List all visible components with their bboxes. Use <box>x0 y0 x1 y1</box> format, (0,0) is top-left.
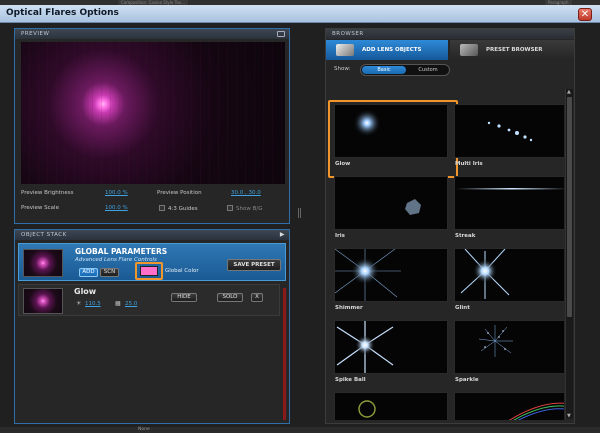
object-stack-scrollbar[interactable] <box>283 288 286 420</box>
lens-item-rainbow[interactable] <box>454 392 564 420</box>
global-thumbnail <box>23 249 63 277</box>
lens-thumb-ring <box>334 392 448 420</box>
scn-button[interactable]: SCN <box>100 268 119 277</box>
preview-scale-label: Preview Scale <box>21 205 59 211</box>
glow-brightness-value[interactable]: 110.5 <box>85 301 101 307</box>
tab-add-label: ADD LENS OBJECTS <box>362 47 422 53</box>
scroll-up-icon[interactable]: ▲ <box>567 89 571 95</box>
tab-preset-label: PRESET BROWSER <box>486 47 543 53</box>
lens-label-spike-ball: Spike Ball <box>335 377 366 383</box>
browser-panel: BROWSER ADD LENS OBJECTS PRESET BROWSER … <box>325 28 575 424</box>
glow-name: Glow <box>74 287 97 296</box>
lens-item-spike-ball[interactable]: Spike Ball <box>334 320 448 386</box>
lens-object-grid: Glow Multi Iris Iris Streak Shimmer Glin… <box>326 90 564 420</box>
host-bottom-strip: None <box>0 427 600 433</box>
global-color-swatch[interactable] <box>140 266 158 276</box>
lens-item-multi-iris[interactable]: Multi Iris <box>454 104 564 170</box>
show-bg-label: Show B/G <box>236 206 263 212</box>
global-title: GLOBAL PARAMETERS <box>75 247 168 256</box>
lens-thumb-iris <box>334 176 448 230</box>
preview-scale: Preview Scale 100.0 % <box>21 205 128 211</box>
save-preset-button[interactable]: SAVE PRESET <box>227 259 281 271</box>
lens-label-sparkle: Sparkle <box>455 377 479 383</box>
lens-label-glint: Glint <box>455 305 470 311</box>
lens-item-glint[interactable]: Glint <box>454 248 564 314</box>
preview-position-label: Preview Position <box>157 190 202 196</box>
preview-panel: PREVIEW Preview Brightness 100.0 % Previ… <box>14 28 290 224</box>
show-label: Show: <box>334 66 351 72</box>
show-bg-checkbox[interactable] <box>227 205 233 211</box>
global-parameters-row[interactable]: GLOBAL PARAMETERS Advanced Lens Flare Co… <box>18 243 286 281</box>
show-bg-toggle[interactable]: Show B/G <box>227 205 262 212</box>
add-button[interactable]: ADD <box>79 268 98 277</box>
lens-item-iris[interactable]: Iris <box>334 176 448 242</box>
preview-scale-value[interactable]: 100.0 % <box>105 205 128 211</box>
preview-brightness-value[interactable]: 100.0 % <box>105 190 128 196</box>
guides-label: 4:3 Guides <box>168 206 198 212</box>
preview-brightness: Preview Brightness 100.0 % <box>21 190 128 196</box>
lens-item-ring[interactable] <box>334 392 448 420</box>
lens-thumb-glint <box>454 248 564 302</box>
browser-tabs: ADD LENS OBJECTS PRESET BROWSER <box>326 40 574 60</box>
stack-item-glow[interactable]: Glow ☀ 110.5 ▦ 25.0 HIDE SOLO X <box>18 284 280 316</box>
scroll-down-icon[interactable]: ▼ <box>567 413 571 419</box>
lens-label-shimmer: Shimmer <box>335 305 363 311</box>
guides-toggle[interactable]: 4:3 Guides <box>159 205 198 212</box>
lens-thumb-multi-iris <box>454 104 564 158</box>
lens-icon <box>336 44 354 56</box>
brightness-icon: ☀ <box>76 300 82 307</box>
lens-thumb-shimmer <box>334 248 448 302</box>
title-bar: Optical Flares Options ✕ <box>0 5 600 23</box>
show-toggle: Basic Custom <box>360 64 450 76</box>
browser-header: BROWSER <box>326 29 574 39</box>
lens-label-multi-iris: Multi Iris <box>455 161 483 167</box>
glow-scale-value[interactable]: 25.0 <box>125 301 137 307</box>
tab-preset-browser[interactable]: PRESET BROWSER <box>450 40 574 60</box>
scroll-thumb[interactable] <box>567 97 572 317</box>
lens-selection-highlight <box>328 100 458 178</box>
browser-scrollbar[interactable]: ▲ ▼ <box>565 89 573 419</box>
hide-button[interactable]: HIDE <box>171 293 197 302</box>
global-color-label: Global Color <box>165 268 199 274</box>
delete-button[interactable]: X <box>251 293 263 302</box>
solo-button[interactable]: SOLO <box>217 293 243 302</box>
show-basic-option[interactable]: Basic <box>362 66 406 74</box>
window-title: Optical Flares Options <box>6 8 119 18</box>
panel-splitter[interactable] <box>298 208 301 218</box>
object-stack-title: OBJECT STACK <box>21 232 67 238</box>
preview-brightness-label: Preview Brightness <box>21 190 74 196</box>
glow-thumbnail <box>23 288 63 314</box>
lens-item-sparkle[interactable]: Sparkle <box>454 320 564 386</box>
show-custom-option[interactable]: Custom <box>407 66 449 74</box>
host-dropdown-value[interactable]: None <box>138 427 150 433</box>
lens-thumb-rainbow <box>454 392 564 420</box>
lens-label-streak: Streak <box>455 233 476 239</box>
object-stack-panel: OBJECT STACK ▶ GLOBAL PARAMETERS Advance… <box>14 229 290 424</box>
object-stack-header: OBJECT STACK ▶ <box>15 230 289 240</box>
scale-icon: ▦ <box>115 300 121 307</box>
lens-thumb-streak <box>454 176 564 230</box>
preview-header: PREVIEW <box>15 29 289 39</box>
preset-icon <box>460 44 478 56</box>
lens-thumb-spike-ball <box>334 320 448 374</box>
close-button[interactable]: ✕ <box>578 8 592 21</box>
lens-item-shimmer[interactable]: Shimmer <box>334 248 448 314</box>
popout-icon[interactable] <box>277 31 285 37</box>
expand-arrow-icon[interactable]: ▶ <box>280 230 285 240</box>
tab-add-lens-objects[interactable]: ADD LENS OBJECTS <box>326 40 448 60</box>
preview-canvas[interactable] <box>21 42 285 184</box>
options-dialog: PREVIEW Preview Brightness 100.0 % Previ… <box>0 23 600 427</box>
lens-item-streak[interactable]: Streak <box>454 176 564 242</box>
preview-position: Preview Position 30.0 , 30.0 <box>157 190 261 196</box>
lens-label-iris: Iris <box>335 233 345 239</box>
preview-position-value[interactable]: 30.0 , 30.0 <box>231 190 261 196</box>
left-panel: PREVIEW Preview Brightness 100.0 % Previ… <box>14 28 292 424</box>
preview-title: PREVIEW <box>21 31 50 37</box>
lens-thumb-sparkle <box>454 320 564 374</box>
browser-title: BROWSER <box>332 31 364 37</box>
guides-checkbox[interactable] <box>159 205 165 211</box>
lens-item-glow[interactable]: Glow <box>328 100 458 178</box>
